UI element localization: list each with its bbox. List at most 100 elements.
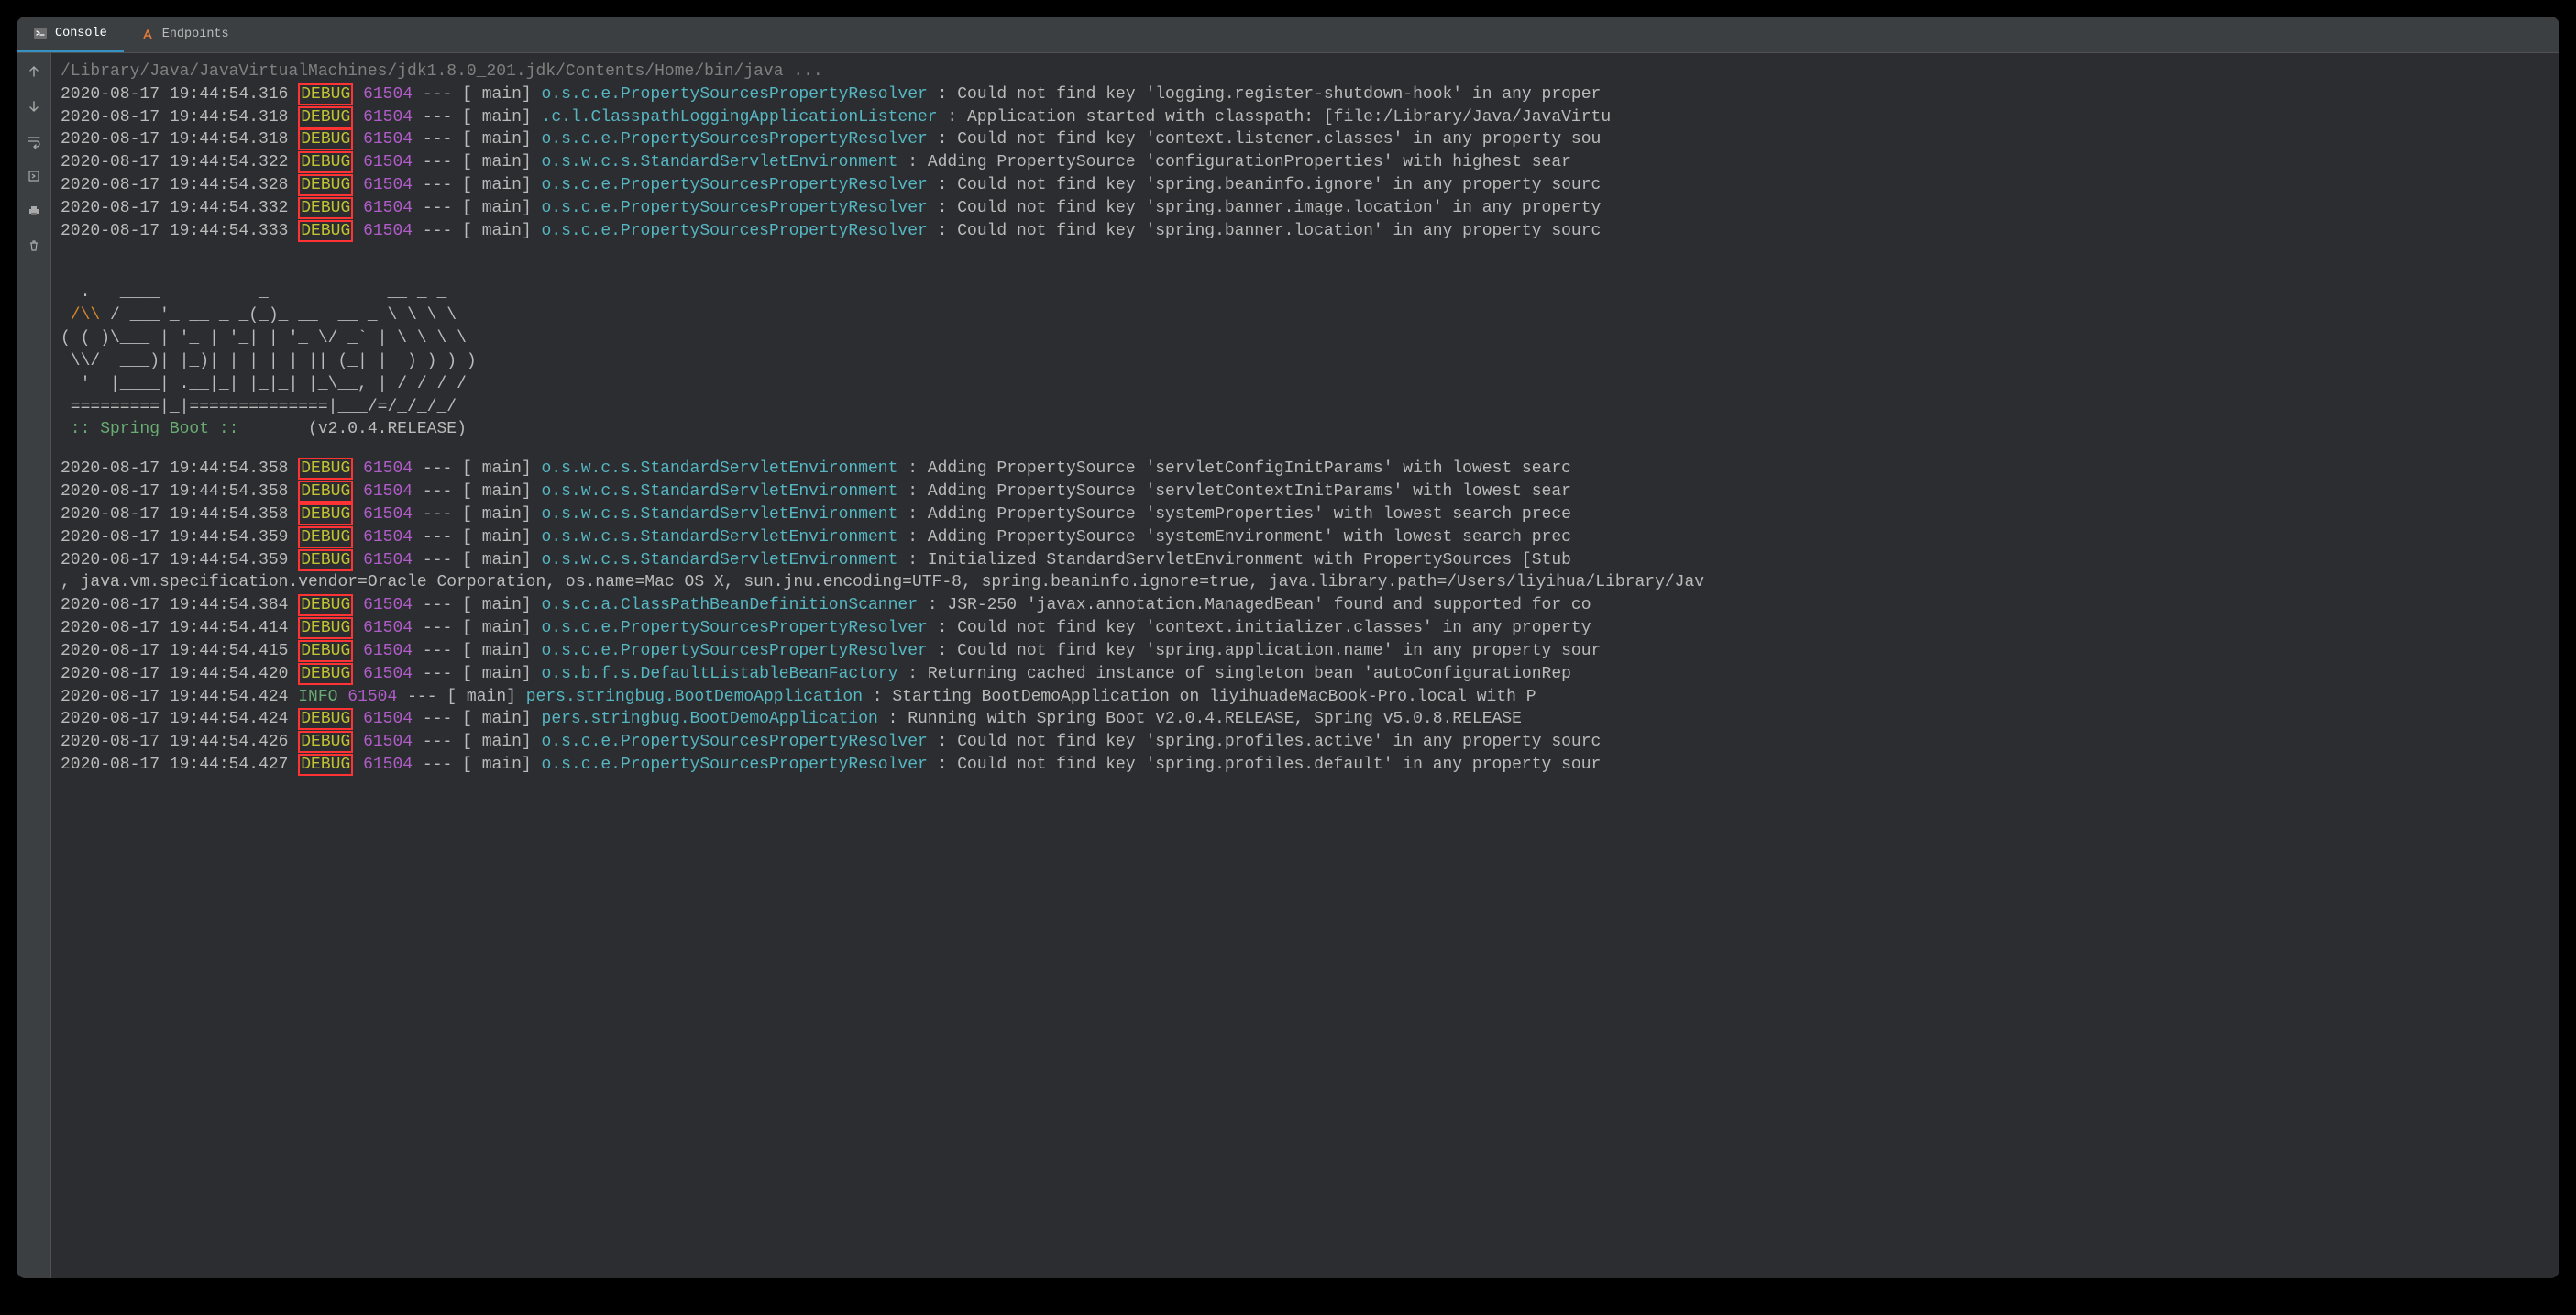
ide-run-tool-window: Console Endpoints /Library/Java/JavaVirt…: [17, 17, 2559, 1278]
message: Could not find key 'spring.profiles.defa…: [957, 756, 1601, 774]
tab-endpoints[interactable]: Endpoints: [124, 17, 246, 52]
logger: pers.stringbug.BootDemoApplication: [526, 688, 873, 706]
log-line: 2020-08-17 19:44:54.427 DEBUG 61504 --- …: [61, 754, 2550, 777]
log-level: DEBUG: [298, 731, 353, 753]
logger: o.s.b.f.s.DefaultListableBeanFactory: [542, 665, 908, 683]
spring-banner: . ____ _ __ _ _ /\\ / ___'_ __ _ _(_)_ _…: [61, 260, 2550, 442]
log-block: 2020-08-17 19:44:54.358 DEBUG 61504 --- …: [61, 458, 2550, 571]
timestamp: 2020-08-17 19:44:54.318: [61, 130, 298, 149]
log-line: 2020-08-17 19:44:54.358 DEBUG 61504 --- …: [61, 503, 2550, 526]
timestamp: 2020-08-17 19:44:54.384: [61, 596, 298, 614]
thread: main: [472, 482, 522, 501]
log-line: 2020-08-17 19:44:54.358 DEBUG 61504 --- …: [61, 458, 2550, 481]
thread: main: [472, 710, 522, 728]
log-level: DEBUG: [298, 549, 353, 571]
tab-label: Endpoints: [162, 28, 229, 41]
pid: 61504: [363, 108, 413, 127]
tabbar: Console Endpoints: [17, 17, 2559, 53]
scroll-up-icon[interactable]: [25, 62, 43, 81]
message: Running with Spring Boot v2.0.4.RELEASE,…: [908, 710, 1522, 728]
message: Adding PropertySource 'servletConfigInit…: [928, 459, 1571, 478]
thread: main: [472, 733, 522, 751]
scroll-down-icon[interactable]: [25, 97, 43, 116]
console-output[interactable]: /Library/Java/JavaVirtualMachines/jdk1.8…: [51, 53, 2559, 1278]
timestamp: 2020-08-17 19:44:54.358: [61, 482, 298, 501]
log-level: DEBUG: [298, 526, 353, 548]
soft-wrap-icon[interactable]: [25, 132, 43, 150]
thread: main: [472, 85, 522, 104]
thread: main: [472, 596, 522, 614]
log-level: DEBUG: [298, 151, 353, 173]
thread: main: [472, 642, 522, 660]
pid: 61504: [363, 482, 413, 501]
thread: main: [472, 756, 522, 774]
log-level: DEBUG: [298, 754, 353, 776]
log-block: 2020-08-17 19:44:54.384 DEBUG 61504 --- …: [61, 594, 2550, 777]
message: Starting BootDemoApplication on liyihuad…: [892, 688, 1536, 706]
log-line: 2020-08-17 19:44:54.359 DEBUG 61504 --- …: [61, 549, 2550, 572]
log-line: 2020-08-17 19:44:54.328 DEBUG 61504 --- …: [61, 174, 2550, 197]
message: Application started with classpath: [fil…: [967, 108, 1611, 127]
command-line: /Library/Java/JavaVirtualMachines/jdk1.8…: [61, 61, 2550, 83]
logger: o.s.c.e.PropertySourcesPropertyResolver: [542, 176, 938, 194]
timestamp: 2020-08-17 19:44:54.420: [61, 665, 298, 683]
log-line: 2020-08-17 19:44:54.359 DEBUG 61504 --- …: [61, 526, 2550, 549]
log-line: 2020-08-17 19:44:54.426 DEBUG 61504 --- …: [61, 731, 2550, 754]
message: Could not find key 'spring.application.n…: [957, 642, 1601, 660]
thread: main: [472, 528, 522, 547]
log-level: DEBUG: [298, 83, 353, 105]
logger: o.s.c.e.PropertySourcesPropertyResolver: [542, 222, 938, 240]
print-icon[interactable]: [25, 202, 43, 220]
log-line: 2020-08-17 19:44:54.424 INFO 61504 --- […: [61, 686, 2550, 709]
message: Could not find key 'spring.banner.locati…: [957, 222, 1601, 240]
log-level: DEBUG: [298, 128, 353, 150]
timestamp: 2020-08-17 19:44:54.358: [61, 505, 298, 524]
log-line: 2020-08-17 19:44:54.332 DEBUG 61504 --- …: [61, 197, 2550, 220]
thread: main: [472, 108, 522, 127]
log-line: 2020-08-17 19:44:54.318 DEBUG 61504 --- …: [61, 128, 2550, 151]
scroll-to-end-icon[interactable]: [25, 167, 43, 185]
pid: 61504: [363, 642, 413, 660]
logger: o.s.c.e.PropertySourcesPropertyResolver: [542, 733, 938, 751]
logger: o.s.w.c.s.StandardServletEnvironment: [542, 551, 908, 569]
timestamp: 2020-08-17 19:44:54.424: [61, 710, 298, 728]
timestamp: 2020-08-17 19:44:54.427: [61, 756, 298, 774]
timestamp: 2020-08-17 19:44:54.414: [61, 619, 298, 637]
pid: 61504: [363, 153, 413, 171]
timestamp: 2020-08-17 19:44:54.333: [61, 222, 298, 240]
pid: 61504: [363, 176, 413, 194]
tab-console[interactable]: Console: [17, 17, 124, 52]
pid: 61504: [363, 665, 413, 683]
logger: o.s.w.c.s.StandardServletEnvironment: [542, 153, 908, 171]
log-level: DEBUG: [298, 503, 353, 525]
log-line: 2020-08-17 19:44:54.415 DEBUG 61504 --- …: [61, 640, 2550, 663]
logger: o.s.w.c.s.StandardServletEnvironment: [542, 528, 908, 547]
pid: 61504: [363, 710, 413, 728]
logger: o.s.c.e.PropertySourcesPropertyResolver: [542, 756, 938, 774]
timestamp: 2020-08-17 19:44:54.424: [61, 688, 298, 706]
tab-label: Console: [55, 27, 107, 40]
logger: o.s.w.c.s.StandardServletEnvironment: [542, 482, 908, 501]
pid: 61504: [363, 551, 413, 569]
timestamp: 2020-08-17 19:44:54.426: [61, 733, 298, 751]
logger: .c.l.ClasspathLoggingApplicationListener: [542, 108, 938, 127]
logger: pers.stringbug.BootDemoApplication: [542, 710, 888, 728]
pid: 61504: [347, 688, 397, 706]
message: Adding PropertySource 'systemEnvironment…: [928, 528, 1571, 547]
pid: 61504: [363, 528, 413, 547]
log-block: 2020-08-17 19:44:54.316 DEBUG 61504 --- …: [61, 83, 2550, 260]
logger: o.s.c.a.ClassPathBeanDefinitionScanner: [542, 596, 928, 614]
pid: 61504: [363, 459, 413, 478]
body: /Library/Java/JavaVirtualMachines/jdk1.8…: [17, 53, 2559, 1278]
endpoints-icon: [140, 28, 155, 42]
pid: 61504: [363, 596, 413, 614]
pid: 61504: [363, 222, 413, 240]
wrapped-line: , java.vm.specification.vendor=Oracle Co…: [61, 571, 2550, 594]
thread: main: [472, 153, 522, 171]
pid: 61504: [363, 85, 413, 104]
clear-icon[interactable]: [25, 237, 43, 255]
timestamp: 2020-08-17 19:44:54.318: [61, 108, 298, 127]
thread: main: [472, 459, 522, 478]
log-line: 2020-08-17 19:44:54.322 DEBUG 61504 --- …: [61, 151, 2550, 174]
log-level: DEBUG: [298, 617, 353, 639]
